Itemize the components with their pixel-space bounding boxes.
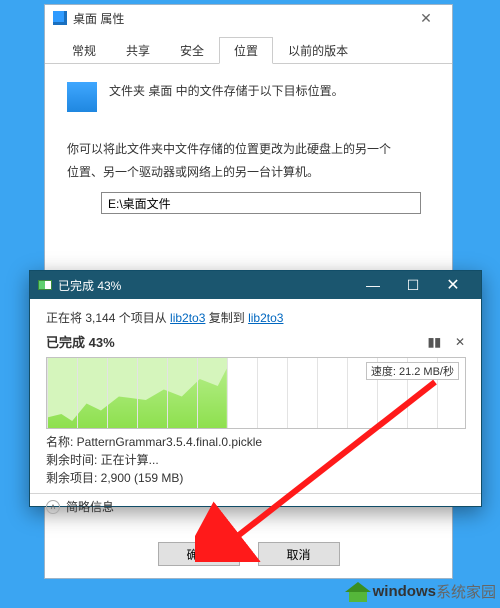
desktop-icon	[67, 82, 97, 112]
tab-sharing[interactable]: 共享	[111, 37, 165, 64]
speed-label: 速度: 21.2 MB/秒	[366, 362, 459, 380]
dest-link[interactable]: lib2to3	[248, 311, 283, 325]
cancel-copy-button[interactable]: ✕	[455, 335, 465, 349]
copy-body: 正在将 3,144 个项目从 lib2to3 复制到 lib2to3 已完成 4…	[30, 299, 481, 523]
progress-label: 已完成 43%	[46, 332, 428, 351]
pause-button[interactable]: ▮▮	[428, 335, 441, 349]
tab-body: 文件夹 桌面 中的文件存储于以下目标位置。 你可以将此文件夹中文件存储的位置更改…	[45, 64, 452, 214]
copy-details: 名称: PatternGrammar3.5.4.final.0.pickle 剩…	[46, 433, 465, 487]
speed-chart: 速度: 21.2 MB/秒	[46, 357, 466, 429]
chevron-up-icon: ˄	[46, 500, 60, 514]
copy-title: 已完成 43%	[58, 277, 121, 294]
time-remaining: 正在计算...	[101, 453, 159, 467]
move-description-line2: 位置、另一个驱动器或网络上的另一台计算机。	[67, 163, 430, 182]
folder-icon	[53, 11, 67, 25]
source-link[interactable]: lib2to3	[170, 311, 205, 325]
items-remaining: 2,900 (159 MB)	[101, 471, 184, 485]
copy-titlebar[interactable]: 已完成 43% — ☐ ✕	[30, 271, 481, 299]
move-description-line1: 你可以将此文件夹中文件存储的位置更改为此硬盘上的另一个	[67, 140, 430, 159]
fewer-details-button[interactable]: ˄ 简略信息	[46, 498, 465, 515]
tab-security[interactable]: 安全	[165, 37, 219, 64]
dialog-button-row: 确定 取消	[45, 542, 452, 566]
ok-button[interactable]: 确定	[158, 542, 240, 566]
copy-progress-window: 已完成 43% — ☐ ✕ 正在将 3,144 个项目从 lib2to3 复制到…	[29, 270, 482, 507]
tab-general[interactable]: 常规	[57, 37, 111, 64]
tab-location[interactable]: 位置	[219, 37, 273, 64]
location-path-input[interactable]	[101, 192, 421, 214]
cancel-button[interactable]: 取消	[258, 542, 340, 566]
minimize-button[interactable]: —	[353, 271, 393, 299]
tab-previous-versions[interactable]: 以前的版本	[273, 37, 363, 64]
current-file-name: PatternGrammar3.5.4.final.0.pickle	[77, 435, 262, 449]
properties-titlebar[interactable]: 桌面 属性 ✕	[45, 5, 452, 31]
close-button[interactable]: ✕	[408, 8, 444, 28]
watermark: windows系统家园	[345, 581, 496, 602]
copying-line: 正在将 3,144 个项目从 lib2to3 复制到 lib2to3	[46, 309, 465, 326]
window-title: 桌面 属性	[73, 10, 408, 27]
folder-description: 文件夹 桌面 中的文件存储于以下目标位置。	[109, 82, 344, 99]
copy-icon	[38, 280, 52, 290]
close-button[interactable]: ✕	[433, 271, 473, 299]
tab-strip: 常规 共享 安全 位置 以前的版本	[45, 37, 452, 64]
house-icon	[345, 582, 371, 602]
maximize-button[interactable]: ☐	[393, 271, 433, 299]
